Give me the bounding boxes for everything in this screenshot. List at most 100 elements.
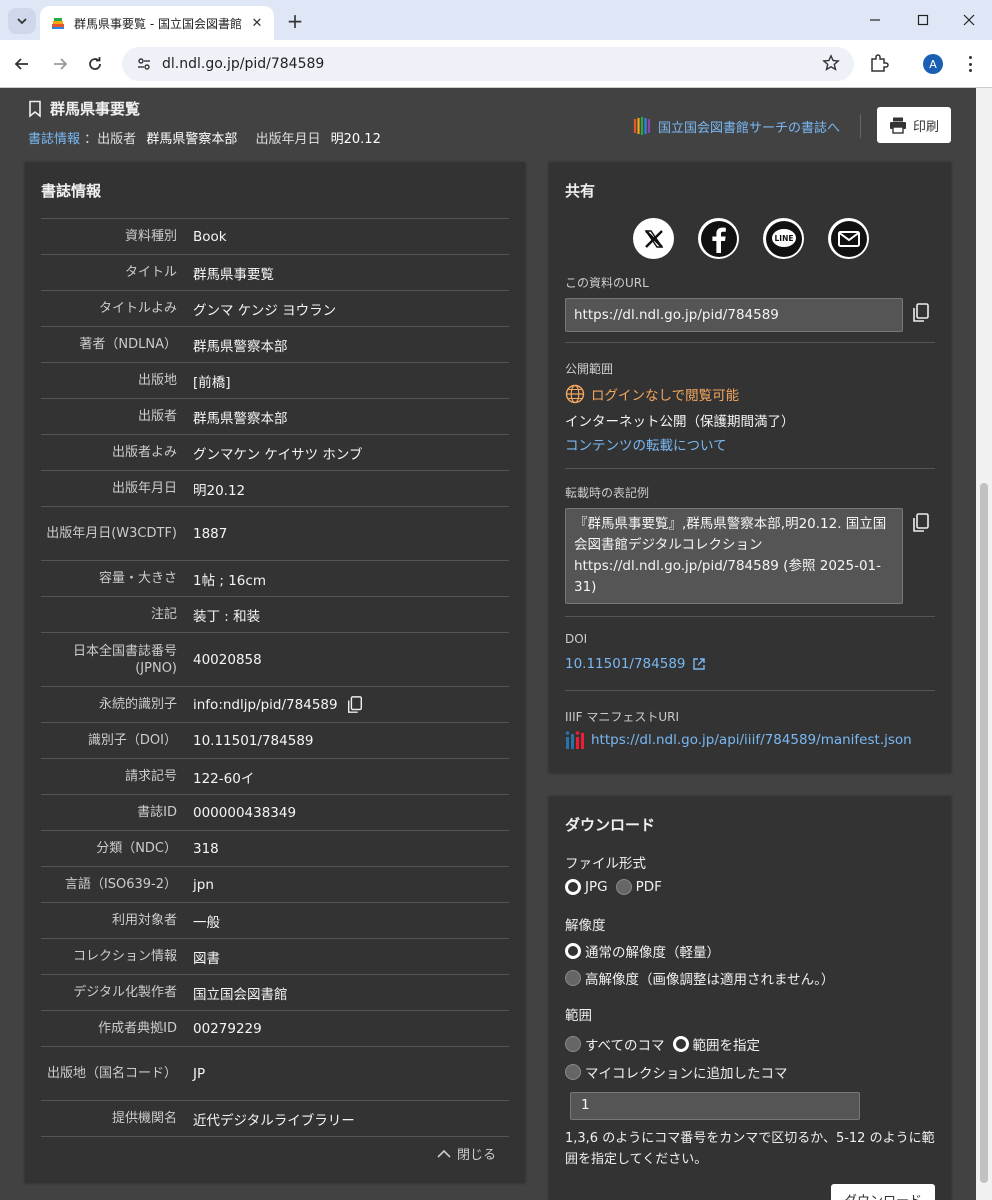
- minimize-button[interactable]: [860, 8, 890, 32]
- citation-field[interactable]: 『群馬県事要覧』,群馬県警察本部,明20.12. 国立国会図書館デジタルコレクシ…: [565, 508, 903, 604]
- publisher-label: ：出版者: [84, 132, 137, 147]
- chevron-up-icon: [437, 1149, 451, 1158]
- biblio-key: 識別子（DOI）: [87, 733, 177, 748]
- biblio-value-text: 群馬県警察本部: [193, 410, 288, 427]
- scope-status-text: ログインなしで閲覧可能: [591, 388, 740, 404]
- format-pdf-radio[interactable]: [615, 879, 632, 895]
- biblio-link[interactable]: 書誌情報: [28, 132, 80, 147]
- table-row: デジタル化製作者 国立国会図書館: [41, 975, 509, 1011]
- printer-icon: [889, 117, 906, 134]
- close-biblio-button[interactable]: 閉じる: [437, 1144, 496, 1163]
- biblio-value: 122-60イ: [177, 767, 509, 787]
- resource-url-field[interactable]: https://dl.ndl.go.jp/pid/784589: [565, 298, 903, 332]
- email-share-icon[interactable]: [828, 218, 869, 259]
- biblio-key: デジタル化製作者: [73, 985, 177, 1000]
- table-row: タイトル 群馬県事要覧: [41, 255, 509, 291]
- iiif-link[interactable]: https://dl.ndl.go.jp/api/iiif/784589/man…: [565, 730, 912, 750]
- browser-tab[interactable]: 群馬県事要覧 - 国立国会図書館 ✕: [40, 6, 274, 40]
- table-row: 容量・大きさ 1帖 ; 16cm: [41, 561, 509, 597]
- address-bar[interactable]: dl.ndl.go.jp/pid/784589: [122, 47, 854, 81]
- download-button[interactable]: ダウンロード: [831, 1184, 935, 1200]
- reload-button[interactable]: [81, 50, 109, 78]
- iiif-link-text: https://dl.ndl.go.jp/api/iiif/784589/man…: [591, 732, 912, 748]
- biblio-value: Book: [177, 229, 509, 245]
- range-all-radio[interactable]: [565, 1036, 581, 1052]
- biblio-key: コレクション情報: [72, 949, 177, 964]
- biblio-key: 出版地: [137, 373, 177, 388]
- copy-url-icon[interactable]: [911, 302, 931, 324]
- external-link-icon: [692, 658, 705, 670]
- res-high-label[interactable]: 高解像度（画像調整は適用されません。）: [585, 968, 834, 988]
- biblio-key: タイトルよみ: [98, 301, 177, 316]
- biblio-value: jpn: [177, 877, 509, 893]
- biblio-value: [前橋]: [177, 371, 509, 391]
- line-share-icon[interactable]: LINE: [763, 218, 804, 259]
- range-all-label[interactable]: すべてのコマ: [585, 1034, 665, 1054]
- range-mycollection-label[interactable]: マイコレクションに追加したコマ: [585, 1062, 788, 1082]
- format-jpg-radio[interactable]: [565, 879, 581, 895]
- res-high-option[interactable]: 高解像度（画像調整は適用されません。）: [565, 968, 834, 988]
- back-button[interactable]: [8, 50, 36, 78]
- site-info-icon[interactable]: [134, 54, 154, 74]
- format-options: JPG PDF: [565, 879, 662, 895]
- new-tab-button[interactable]: +: [282, 8, 308, 34]
- biblio-key: 容量・大きさ: [98, 571, 177, 586]
- res-normal-radio[interactable]: [565, 943, 581, 959]
- iiif-logo-icon: [565, 731, 584, 749]
- table-row: 分類（NDC） 318: [41, 831, 509, 867]
- table-row: 資料種別 Book: [41, 219, 509, 255]
- facebook-share-icon[interactable]: [698, 218, 739, 259]
- biblio-key: 資料種別: [124, 229, 177, 244]
- maximize-button[interactable]: [908, 8, 938, 32]
- tab-search-button[interactable]: [8, 8, 36, 34]
- biblio-key: 注記: [150, 607, 177, 622]
- page-scrollbar[interactable]: [976, 88, 992, 1200]
- format-pdf-label[interactable]: PDF: [636, 879, 662, 895]
- table-row: タイトルよみ グンマ ケンジ ヨウラン: [41, 291, 509, 327]
- tab-close-icon[interactable]: ✕: [248, 16, 266, 31]
- copy-citation-icon[interactable]: [911, 512, 931, 534]
- download-panel: ダウンロード ファイル形式 JPG PDF 解像度 通常の解像度（軽量） 高解像…: [549, 796, 951, 1200]
- biblio-key: 日本全国書誌番号(JPNO): [72, 643, 177, 676]
- res-normal-label[interactable]: 通常の解像度（軽量）: [585, 941, 720, 961]
- reload-icon: [89, 57, 101, 70]
- bookmark-icon[interactable]: [28, 100, 42, 118]
- table-row: 出版年月日 明20.12: [41, 471, 509, 507]
- forward-button[interactable]: [46, 50, 74, 78]
- doi-link[interactable]: 10.11501/784589: [565, 656, 706, 672]
- biblio-panel: 書誌情報 資料種別 Book タイトル 群馬県事要覧 タイトルよみ グンマ ケンジ ヨウラ…: [25, 162, 525, 1182]
- biblio-value: JP: [177, 1066, 509, 1082]
- extensions-icon[interactable]: [868, 52, 890, 78]
- x-share-icon[interactable]: [633, 218, 674, 259]
- res-normal-option[interactable]: 通常の解像度（軽量）: [565, 941, 720, 961]
- reuse-link[interactable]: コンテンツの転載について: [565, 434, 727, 454]
- minimize-icon: [870, 19, 880, 21]
- close-window-button[interactable]: [954, 8, 984, 32]
- biblio-value-text: 国立国会図書館: [193, 986, 288, 1003]
- biblio-value-text: jpn: [193, 876, 214, 893]
- biblio-value-text: Book: [193, 228, 227, 245]
- browser-menu-icon[interactable]: [962, 54, 978, 74]
- range-specify-label[interactable]: 範囲を指定: [693, 1034, 761, 1054]
- range-mycollection-option[interactable]: マイコレクションに追加したコマ: [565, 1062, 788, 1082]
- biblio-value-text: [前橋]: [193, 374, 231, 391]
- biblio-key: 出版年月日(W3CDTF): [46, 526, 177, 541]
- range-mycollection-radio[interactable]: [565, 1064, 581, 1080]
- range-label: 範囲: [565, 1008, 592, 1024]
- citation-label: 転載時の表記例: [565, 486, 650, 500]
- biblio-value-text: 明20.12: [193, 482, 246, 499]
- res-high-radio[interactable]: [565, 970, 581, 986]
- range-specify-radio[interactable]: [672, 1036, 689, 1052]
- url-label: この資料のURL: [565, 276, 649, 290]
- biblio-value: 国立国会図書館: [177, 983, 509, 1003]
- biblio-value-text: 1帖 ; 16cm: [193, 572, 266, 589]
- bookmark-star-icon[interactable]: [822, 54, 840, 76]
- format-jpg-label[interactable]: JPG: [585, 879, 608, 895]
- copy-identifier-icon[interactable]: [346, 694, 364, 716]
- browser-tab-bar: 群馬県事要覧 - 国立国会図書館 ✕ +: [0, 0, 992, 40]
- scrollbar-thumb[interactable]: [980, 483, 988, 1183]
- print-button[interactable]: 印刷: [877, 107, 951, 143]
- ndl-search-link[interactable]: 国立国会図書館サーチの書誌へ: [632, 115, 840, 137]
- profile-avatar[interactable]: A: [923, 54, 943, 74]
- range-input[interactable]: 1: [570, 1092, 860, 1120]
